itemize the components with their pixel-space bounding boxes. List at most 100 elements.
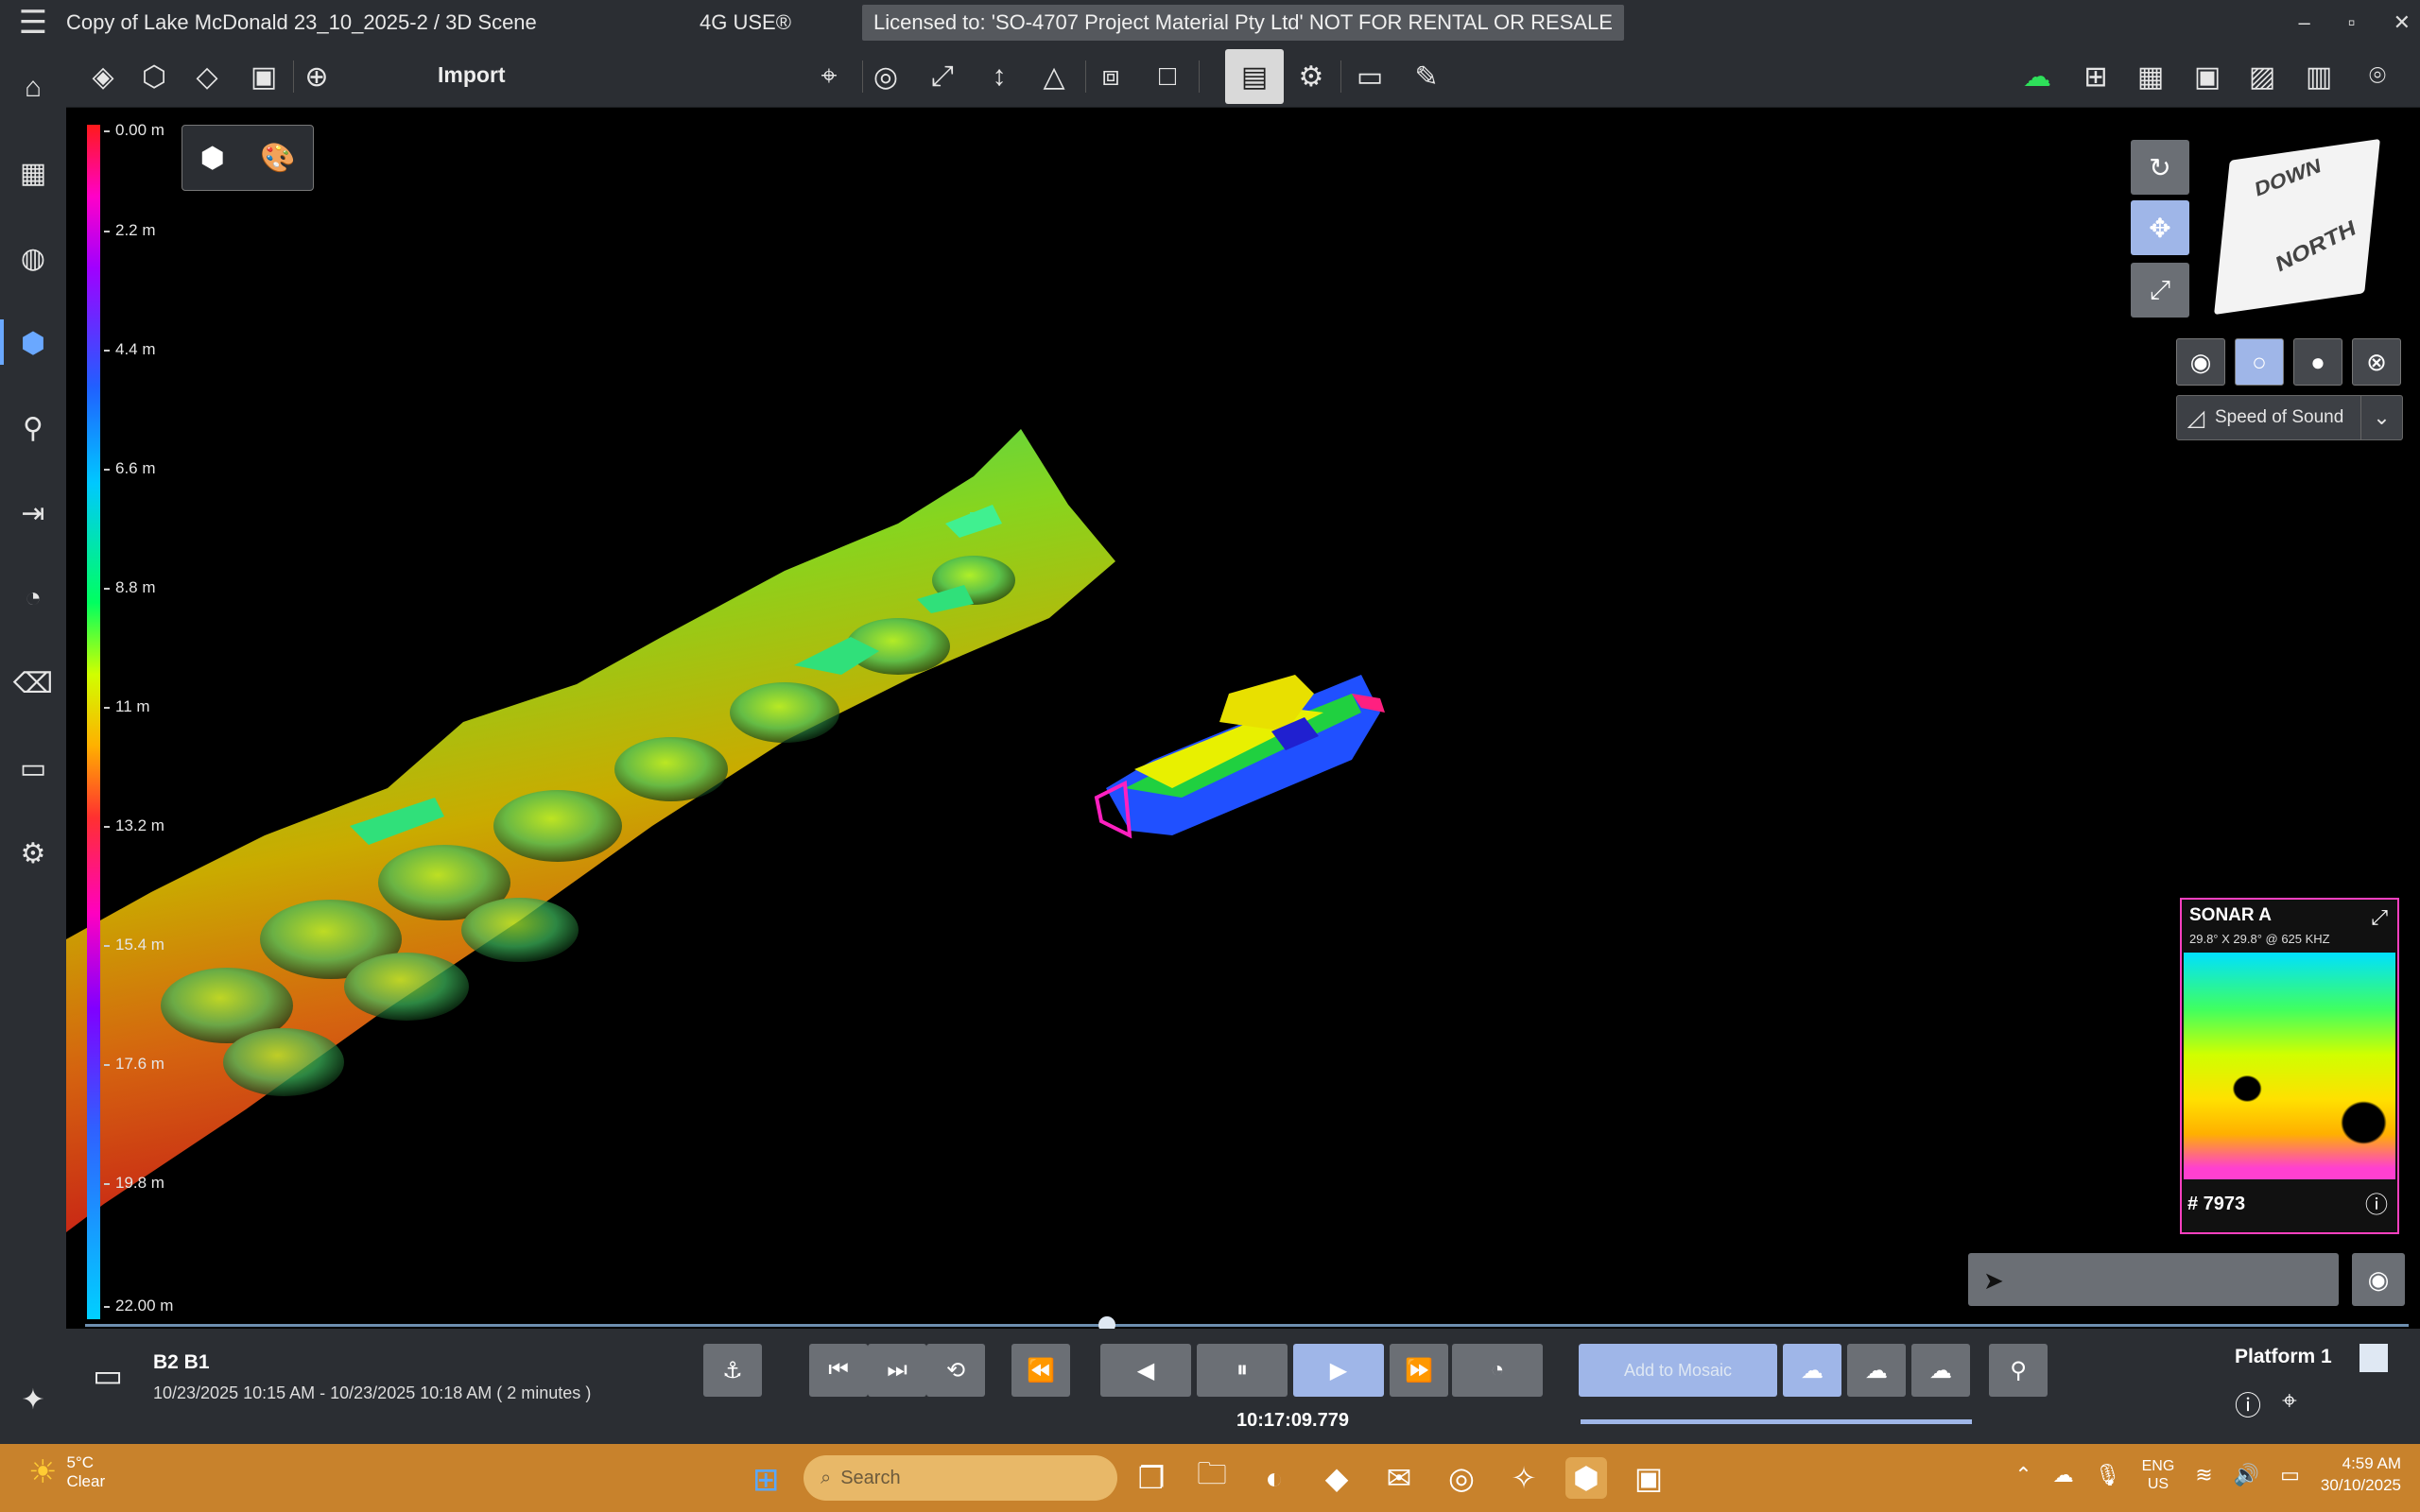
cloud-upload-icon[interactable]: ☁	[1847, 1344, 1906, 1397]
sonar-preview-panel[interactable]: SONAR A 29.8° X 29.8° @ 625 KHZ ⤢ # 7973…	[2180, 898, 2399, 1234]
bounding-box-icon[interactable]: ⧈	[1091, 57, 1131, 96]
layers-icon[interactable]: ◈	[83, 57, 123, 96]
export-icon[interactable]: ⇥	[13, 493, 53, 533]
playback-timeline[interactable]	[85, 1316, 2409, 1333]
close-button[interactable]: ✕	[2394, 10, 2411, 35]
language-indicator[interactable]: ENG US	[2142, 1457, 2175, 1493]
recorder-app-icon[interactable]: ▣	[1628, 1457, 1669, 1499]
onedrive-icon[interactable]: ☁	[2053, 1463, 2074, 1487]
screen-edit-icon[interactable]: ✎	[1407, 57, 1446, 96]
add-to-mosaic-button[interactable]: Add to Mosaic	[1579, 1344, 1777, 1397]
add-window-icon[interactable]: ⊞	[2076, 57, 2116, 96]
step-forward-icon[interactable]: ⏩	[1390, 1344, 1448, 1397]
vessel-icon[interactable]: ⚓	[703, 1344, 762, 1397]
windows-start-icon[interactable]: ⊞	[752, 1461, 780, 1499]
cube-icon[interactable]: ⬡	[134, 57, 174, 96]
shapes-icon[interactable]: ◔	[13, 578, 53, 618]
expand-icon[interactable]: ⤢	[2371, 905, 2388, 930]
plugin-icon[interactable]: ✦	[13, 1380, 53, 1419]
3d-viewport[interactable]	[66, 108, 2420, 1327]
pan-icon[interactable]: ✥	[2131, 200, 2189, 255]
wifi-icon[interactable]: ≋	[2195, 1463, 2212, 1487]
play-reverse-icon[interactable]: ◀	[1100, 1344, 1191, 1397]
viewcube-side-face[interactable]: NORTH	[2273, 215, 2359, 279]
ruler-icon[interactable]: ▤	[1225, 49, 1284, 104]
vertical-measure-icon[interactable]: ↕	[979, 57, 1019, 96]
camera-icon[interactable]: ⌾	[2358, 57, 2397, 96]
measure-line-icon[interactable]: ⤢	[923, 57, 962, 96]
home-icon[interactable]: ⌂	[13, 68, 53, 108]
sonar-title: SONAR A	[2189, 905, 2272, 925]
platform-color-swatch[interactable]	[2360, 1344, 2388, 1372]
map-icon[interactable]: ▥	[2299, 57, 2339, 96]
eraser-icon[interactable]: ⌫	[13, 663, 53, 703]
volume-icon[interactable]: 🔊	[2234, 1463, 2259, 1487]
orbit-icon[interactable]: ↻	[2131, 140, 2189, 195]
diamond-icon[interactable]: ◇	[187, 57, 227, 96]
import-button[interactable]: Import	[438, 62, 506, 88]
skip-end-icon[interactable]: ⏭	[868, 1344, 926, 1397]
fit-view-icon[interactable]: ⤢	[2131, 263, 2189, 318]
skip-start-icon[interactable]: ⏮	[809, 1344, 868, 1397]
import-icon[interactable]: ⊕	[297, 57, 337, 96]
visibility-icon[interactable]: ◉	[2352, 1253, 2405, 1306]
edge-browser-icon[interactable]: ◐	[1253, 1457, 1295, 1499]
system-clock[interactable]: 4:59 AM 30/10/2025	[2321, 1453, 2401, 1497]
view-cube[interactable]: DOWN NORTH	[2214, 138, 2380, 316]
presentation-icon[interactable]: ▣	[2187, 57, 2227, 96]
globe-icon[interactable]: ◍	[13, 238, 53, 278]
circle-filled-icon[interactable]: ●	[2293, 338, 2342, 386]
store-app-icon[interactable]: ◆	[1316, 1457, 1357, 1499]
speed-dial-icon[interactable]: ◔	[1452, 1344, 1543, 1397]
sonar-app-icon[interactable]: ⬢	[1565, 1457, 1607, 1499]
hamburger-menu-icon[interactable]: ☰	[0, 4, 66, 42]
cloud-icon[interactable]: ☁	[1783, 1344, 1841, 1397]
briefcase-icon[interactable]: ▭	[13, 748, 53, 788]
screen-icon[interactable]: ▭	[1350, 57, 1390, 96]
close-circle-icon[interactable]: ⊗	[2352, 338, 2401, 386]
grid-settings-icon[interactable]: ⚙	[1291, 57, 1331, 96]
location-pin-icon[interactable]: ⚲	[13, 408, 53, 448]
outlook-icon[interactable]: ✉	[1378, 1457, 1420, 1499]
chevron-down-icon[interactable]: ⌄	[2360, 396, 2402, 439]
chevron-up-icon[interactable]: ⌃	[2014, 1463, 2031, 1487]
dashboard-icon[interactable]: ▦	[13, 153, 53, 193]
step-back-icon[interactable]: ⏪	[1011, 1344, 1070, 1397]
compass-icon[interactable]: ◎	[866, 57, 906, 96]
speed-of-sound-dropdown[interactable]: ◿ Speed of Sound ⌄	[2176, 395, 2403, 440]
cloud-sync-icon[interactable]: ☁	[2017, 57, 2057, 96]
restore-button[interactable]: ▫	[2348, 10, 2356, 35]
palette-icon[interactable]: 🎨	[260, 142, 295, 175]
settings-icon[interactable]: ⚙	[13, 833, 53, 873]
monitor-icon[interactable]: ▭	[93, 1357, 123, 1395]
info-icon[interactable]: ⓘ	[2235, 1385, 2261, 1423]
info-icon[interactable]: ⓘ	[2365, 1186, 2388, 1219]
video-icon[interactable]: ▨	[2242, 57, 2282, 96]
rectangle-icon[interactable]: □	[1148, 57, 1187, 96]
taskbar-search[interactable]: ⌕ Search	[804, 1455, 1117, 1501]
film-icon[interactable]: ▦	[2131, 57, 2170, 96]
battery-icon[interactable]: ▭	[2280, 1463, 2300, 1487]
task-view-icon[interactable]: ❐	[1131, 1457, 1172, 1499]
focus-icon[interactable]: ⌖	[2282, 1385, 2297, 1417]
depth-colorbar	[87, 125, 100, 1319]
microphone-icon[interactable]: 🎙	[2095, 1463, 2121, 1487]
crosshair-icon[interactable]: ⌖	[809, 57, 849, 96]
3d-scene-icon[interactable]: ⬢	[13, 323, 53, 363]
add-location-icon[interactable]: ⚲	[1989, 1344, 2048, 1397]
whatsapp-icon[interactable]: ◎	[1441, 1457, 1482, 1499]
minimize-button[interactable]: –	[2299, 10, 2310, 35]
viewcube-top-face[interactable]: DOWN	[2254, 153, 2323, 202]
cloud-off-icon[interactable]: ☁	[1911, 1344, 1970, 1397]
cube-view-icon[interactable]: ⬢	[200, 142, 225, 175]
play-icon[interactable]: ▶	[1293, 1344, 1384, 1397]
file-explorer-icon[interactable]: 🗀	[1191, 1456, 1233, 1499]
copilot-icon[interactable]: ✧	[1503, 1457, 1545, 1499]
loop-icon[interactable]: ⟲	[926, 1344, 985, 1397]
weather-widget[interactable]: ☀ 5°C Clear	[28, 1453, 105, 1491]
image-icon[interactable]: ▣	[244, 57, 284, 96]
circle-outline-icon[interactable]: ○	[2235, 338, 2284, 386]
pause-icon[interactable]: ⏸	[1197, 1344, 1288, 1397]
triangle-measure-icon[interactable]: △	[1034, 57, 1074, 96]
target-icon[interactable]: ◉	[2176, 338, 2225, 386]
